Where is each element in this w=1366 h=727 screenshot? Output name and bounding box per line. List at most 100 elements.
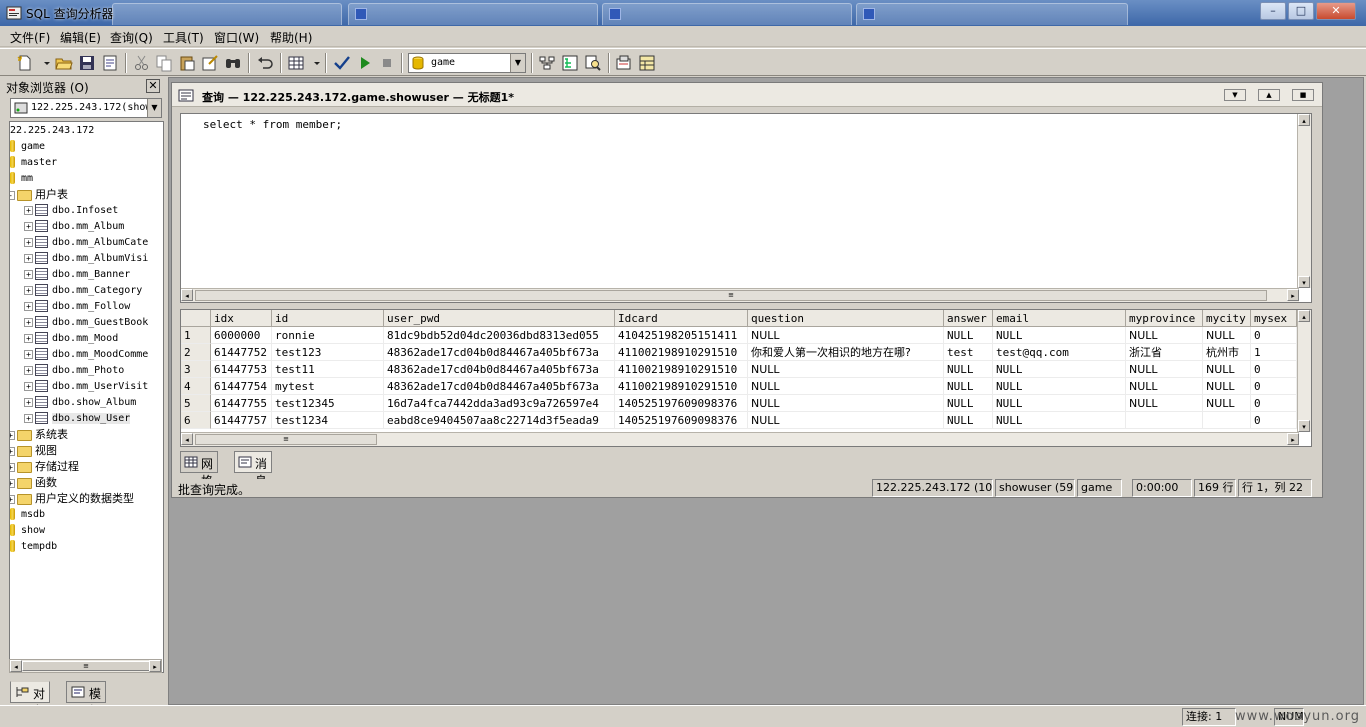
cell-mysex[interactable]: 0 — [1251, 412, 1297, 429]
copy-icon[interactable] — [155, 54, 173, 72]
tree-node-table[interactable]: + dbo.mm_AlbumCate — [24, 235, 148, 251]
scroll-down-icon[interactable]: ▾ — [1298, 420, 1310, 432]
cell-answer[interactable]: NULL — [944, 327, 993, 344]
scroll-down-icon[interactable]: ▾ — [1298, 276, 1310, 288]
server-select[interactable]: 122.225.243.172(showuser) ▼ — [10, 98, 162, 118]
cell-idx[interactable]: 61447752 — [211, 344, 272, 361]
cell-idcard[interactable]: 140525197609098376 — [615, 412, 748, 429]
cell-mycity[interactable]: NULL — [1203, 361, 1251, 378]
expand-toggle[interactable]: + — [10, 446, 15, 456]
scroll-right-icon[interactable]: ▸ — [1287, 433, 1299, 445]
cell-idcard[interactable]: 140525197609098376 — [615, 395, 748, 412]
column-header[interactable]: email — [993, 310, 1126, 327]
tree-node-table[interactable]: + dbo.mm_Banner — [24, 267, 130, 283]
cell-myprovince[interactable]: NULL — [1126, 361, 1203, 378]
cell-answer[interactable]: NULL — [944, 412, 993, 429]
expand-toggle[interactable]: + — [24, 205, 33, 215]
tab-messages[interactable]: 消息 — [234, 451, 273, 488]
tree-node-server[interactable]: 22.225.243.172 — [10, 123, 94, 139]
tree-node-database[interactable]: game — [10, 139, 45, 155]
taskbar-tab[interactable] — [348, 3, 598, 25]
parse-check-icon[interactable] — [333, 54, 351, 72]
tree-node-folder[interactable]: + 系统表 — [10, 427, 68, 443]
taskbar-tab[interactable] — [856, 3, 1128, 25]
tree-node-folder[interactable]: - 用户表 — [10, 187, 68, 203]
tree-node-table[interactable]: + dbo.mm_Photo — [24, 363, 124, 379]
cell-mysex[interactable]: 0 — [1251, 378, 1297, 395]
expand-toggle[interactable]: + — [24, 269, 33, 279]
cell-user-pwd[interactable]: 81dc9bdb52d04dc20036dbd8313ed055 — [384, 327, 615, 344]
menu-file[interactable]: 文件(F) — [10, 29, 50, 46]
expand-toggle[interactable]: + — [24, 349, 33, 359]
tab-objects[interactable]: 对象 — [10, 681, 51, 718]
current-connection-properties-icon[interactable] — [615, 54, 633, 72]
tree-node-table[interactable]: + dbo.mm_Category — [24, 283, 142, 299]
scroll-up-icon[interactable]: ▴ — [1298, 310, 1310, 322]
cell-mysex[interactable]: 1 — [1251, 344, 1297, 361]
cell-answer[interactable]: test — [944, 344, 993, 361]
column-header[interactable]: id — [272, 310, 384, 327]
expand-toggle[interactable]: + — [24, 285, 33, 295]
collapse-toggle[interactable]: - — [10, 190, 15, 200]
tree-node-table[interactable]: + dbo.mm_Album — [24, 219, 124, 235]
column-header[interactable]: question — [748, 310, 944, 327]
tree-node-database[interactable]: msdb — [10, 507, 45, 523]
cell-user-pwd[interactable]: 48362ade17cd04b0d84467a405bf673a — [384, 344, 615, 361]
tree-node-table[interactable]: + dbo.mm_AlbumVisi — [24, 251, 148, 267]
expand-toggle[interactable]: + — [24, 317, 33, 327]
tree-node-folder[interactable]: + 视图 — [10, 443, 57, 459]
cell-question[interactable]: NULL — [748, 395, 944, 412]
column-header[interactable]: mysex — [1251, 310, 1297, 327]
column-header[interactable]: answer — [944, 310, 993, 327]
cell-email[interactable]: test@qq.com — [993, 344, 1126, 361]
query-maximize-button[interactable]: ■ — [1292, 89, 1314, 101]
scroll-right-icon[interactable]: ▸ — [1287, 289, 1299, 301]
expand-toggle[interactable]: + — [10, 494, 15, 504]
cell-id[interactable]: test12345 — [272, 395, 384, 412]
results-horizontal-scrollbar[interactable]: ◂ ≡ ▸ — [181, 432, 1299, 446]
row-number[interactable]: 5 — [181, 395, 211, 412]
scroll-thumb[interactable]: ≡ — [195, 290, 1267, 301]
cell-myprovince[interactable] — [1126, 412, 1203, 429]
column-header[interactable]: idx — [211, 310, 272, 327]
cell-email[interactable]: NULL — [993, 361, 1126, 378]
expand-toggle[interactable]: + — [24, 221, 33, 231]
menu-tools[interactable]: 工具(T) — [163, 29, 204, 46]
close-icon[interactable]: ✕ — [146, 79, 160, 93]
cell-email[interactable]: NULL — [993, 395, 1126, 412]
expand-toggle[interactable]: + — [10, 478, 15, 488]
cell-answer[interactable]: NULL — [944, 395, 993, 412]
cell-question[interactable]: NULL — [748, 327, 944, 344]
results-pane-icon[interactable] — [638, 54, 656, 72]
expand-toggle[interactable]: + — [24, 237, 33, 247]
expand-toggle[interactable]: + — [24, 413, 33, 423]
cell-mysex[interactable]: 0 — [1251, 361, 1297, 378]
menu-help[interactable]: 帮助(H) — [270, 29, 312, 46]
new-query-icon[interactable] — [16, 54, 34, 72]
cell-email[interactable]: NULL — [993, 412, 1126, 429]
scroll-right-icon[interactable]: ▸ — [149, 660, 161, 672]
scroll-thumb[interactable]: ≡ — [22, 661, 150, 671]
query-restore-button[interactable]: ▲ — [1258, 89, 1280, 101]
cell-user-pwd[interactable]: 48362ade17cd04b0d84467a405bf673a — [384, 378, 615, 395]
scroll-left-icon[interactable]: ◂ — [181, 289, 193, 301]
paste-icon[interactable] — [178, 54, 196, 72]
row-number[interactable]: 1 — [181, 327, 211, 344]
tree-node-database[interactable]: tempdb — [10, 539, 57, 555]
tree-node-database[interactable]: mm — [10, 171, 33, 187]
tree-node-table[interactable]: + dbo.mm_UserVisit — [24, 379, 148, 395]
cell-idx[interactable]: 61447755 — [211, 395, 272, 412]
cell-idx[interactable]: 6000000 — [211, 327, 272, 344]
find-icon[interactable] — [224, 54, 242, 72]
tree-node-folder[interactable]: + 函数 — [10, 475, 57, 491]
cell-idcard[interactable]: 411002198910291510 — [615, 361, 748, 378]
cell-myprovince[interactable]: NULL — [1126, 378, 1203, 395]
row-number[interactable]: 6 — [181, 412, 211, 429]
tree-node-folder[interactable]: + 用户定义的数据类型 — [10, 491, 134, 507]
row-number[interactable]: 4 — [181, 378, 211, 395]
taskbar-tab[interactable] — [602, 3, 852, 25]
cell-answer[interactable]: NULL — [944, 361, 993, 378]
database-select[interactable]: game ▼ — [408, 53, 526, 73]
cell-user-pwd[interactable]: eabd8ce9404507aa8c22714d3f5eada9 — [384, 412, 615, 429]
scroll-up-icon[interactable]: ▴ — [1298, 114, 1310, 126]
